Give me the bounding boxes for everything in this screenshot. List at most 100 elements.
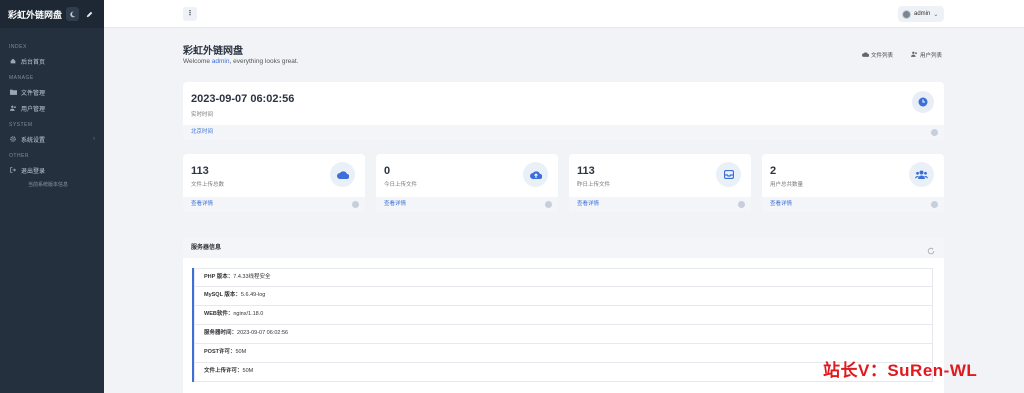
chevron-down-icon: ⌄ xyxy=(933,11,939,18)
user-menu[interactable]: admin ⌄ xyxy=(898,6,944,22)
time-zone-label: 北京时间 xyxy=(191,129,214,135)
server-info-header: 服务器信息 xyxy=(183,238,944,258)
time-card: 2023-09-07 06:02:56 实时时间 北京时间 xyxy=(183,82,944,140)
folder-icon xyxy=(9,89,17,95)
welcome-user: admin xyxy=(211,58,230,65)
stat-card-footer[interactable]: 查看详情 xyxy=(762,197,944,212)
section-system: SYSTEM xyxy=(9,122,33,128)
stat-value: 2 xyxy=(770,165,777,177)
watermark: 站长V：SuRen-WL xyxy=(823,361,978,380)
sidebar-version-note: 当前系统版本信息 xyxy=(28,182,69,188)
time-label: 实时时间 xyxy=(191,112,214,118)
view-details-link: 查看详情 xyxy=(577,201,600,207)
sidebar-item-label: 系统设置 xyxy=(21,137,46,144)
view-details-link: 查看详情 xyxy=(191,201,214,207)
theme-toggle-button[interactable] xyxy=(66,7,79,21)
sidebar-item-logout[interactable]: 退出登录 xyxy=(0,162,104,178)
refresh-icon[interactable] xyxy=(927,244,935,264)
sidebar-brand: 彩虹外链网盘 xyxy=(8,9,63,20)
info-value: 50M xyxy=(242,368,254,374)
sidebar-item-label: 后台首页 xyxy=(21,59,46,66)
stat-card-footer[interactable]: 查看详情 xyxy=(376,197,558,212)
header-link-users[interactable]: 用户列表 xyxy=(911,51,951,59)
info-row-server-time: 服务器时间：2023-09-07 06:02:56 xyxy=(194,325,933,344)
header-link-label: 用户列表 xyxy=(920,53,943,59)
info-key: WEB软件： xyxy=(204,311,234,317)
header-link-files[interactable]: 文件列表 xyxy=(862,51,902,59)
cloud-icon xyxy=(862,52,870,57)
chevron-right-icon: › xyxy=(93,136,95,142)
stat-value: 113 xyxy=(191,165,209,177)
stat-card-footer[interactable]: 查看详情 xyxy=(183,197,365,212)
stat-label: 用户总共数量 xyxy=(770,182,804,188)
pencil-icon xyxy=(86,11,93,17)
info-key: MySQL 版本： xyxy=(204,292,241,298)
page-title: 彩虹外链网盘 xyxy=(183,46,243,57)
arrow-circle-icon xyxy=(738,201,745,208)
users-icon xyxy=(909,162,934,187)
logout-icon xyxy=(9,167,17,173)
users-icon xyxy=(911,51,917,57)
info-row-web: WEB软件：nginx/1.18.0 xyxy=(194,306,933,325)
stat-card-footer[interactable]: 查看详情 xyxy=(569,197,751,212)
user-name: admin xyxy=(914,11,931,17)
moon-icon xyxy=(70,11,76,17)
sidebar-item-home[interactable]: 后台首页 xyxy=(0,53,104,69)
view-details-link: 查看详情 xyxy=(770,201,793,207)
info-key: PHP 版本： xyxy=(204,274,234,280)
clock-icon xyxy=(912,91,934,113)
info-key: 服务器时间： xyxy=(204,330,238,336)
info-row-mysql: MySQL 版本：5.6.49-log xyxy=(194,287,933,306)
avatar xyxy=(902,9,911,19)
section-other: OTHER xyxy=(9,153,29,159)
sidebar-header: 彩虹外链网盘 xyxy=(0,0,104,28)
info-row-php: PHP 版本：7.4.33线程安全 xyxy=(194,268,933,287)
info-value: nginx/1.18.0 xyxy=(233,311,264,317)
gear-icon xyxy=(9,136,17,142)
home-icon xyxy=(9,58,17,64)
section-index: INDEX xyxy=(9,44,27,50)
info-value: 7.4.33线程安全 xyxy=(233,274,271,280)
arrow-circle-icon xyxy=(352,201,359,208)
time-card-footer[interactable]: 北京时间 xyxy=(183,125,944,140)
view-details-link: 查看详情 xyxy=(384,201,407,207)
sidebar-item-label: 文件管理 xyxy=(21,90,46,97)
welcome-text: Welcome admin, everything looks great. xyxy=(183,58,299,65)
stat-value: 113 xyxy=(577,165,595,177)
stat-value: 0 xyxy=(384,165,391,177)
server-info-list: PHP 版本：7.4.33线程安全 MySQL 版本：5.6.49-log WE… xyxy=(192,268,933,382)
header-links: 文件列表 用户列表 xyxy=(862,51,960,59)
users-icon xyxy=(9,105,17,111)
info-value: 5.6.49-log xyxy=(240,292,266,298)
info-key: 文件上传许可： xyxy=(204,368,243,374)
arrow-circle-icon xyxy=(931,129,938,136)
welcome-suffix: , everything looks great. xyxy=(229,58,299,65)
arrow-circle-icon xyxy=(931,201,938,208)
stat-card-total-files: 113 文件上传总数 查看详情 xyxy=(183,154,365,212)
sidebar-item-users[interactable]: 用户管理 xyxy=(0,100,104,116)
sidebar-item-settings[interactable]: 系统设置 › xyxy=(0,131,104,147)
current-time: 2023-09-07 06:02:56 xyxy=(191,93,295,105)
sidebar: 彩虹外链网盘 INDEX 后台首页 MANAGE 文件管理 用户管理 SYSTE… xyxy=(0,0,104,393)
edit-button[interactable] xyxy=(83,7,96,21)
info-value: 50M xyxy=(235,349,247,355)
inbox-icon xyxy=(716,162,741,187)
stat-card-user-count: 2 用户总共数量 查看详情 xyxy=(762,154,944,212)
sidebar-item-label: 退出登录 xyxy=(21,168,46,175)
stat-card-today-uploads: 0 今日上传文件 查看详情 xyxy=(376,154,558,212)
topbar: ⋮ admin ⌄ xyxy=(104,0,1024,28)
sidebar-item-label: 用户管理 xyxy=(21,106,46,113)
header-link-label: 文件列表 xyxy=(871,53,894,59)
cloud-icon xyxy=(330,162,355,187)
stat-card-yesterday-uploads: 113 昨日上传文件 查看详情 xyxy=(569,154,751,212)
info-value: 2023-09-07 06:02:56 xyxy=(237,330,289,336)
sidebar-item-files[interactable]: 文件管理 xyxy=(0,84,104,100)
welcome-prefix: Welcome xyxy=(183,58,212,65)
server-info-title: 服务器信息 xyxy=(191,245,222,251)
menu-toggle-button[interactable]: ⋮ xyxy=(183,7,197,21)
section-manage: MANAGE xyxy=(9,75,34,81)
info-key: POST许可： xyxy=(204,349,236,355)
stat-label: 昨日上传文件 xyxy=(577,182,611,188)
arrow-circle-icon xyxy=(545,201,552,208)
cloud-upload-icon xyxy=(523,162,548,187)
